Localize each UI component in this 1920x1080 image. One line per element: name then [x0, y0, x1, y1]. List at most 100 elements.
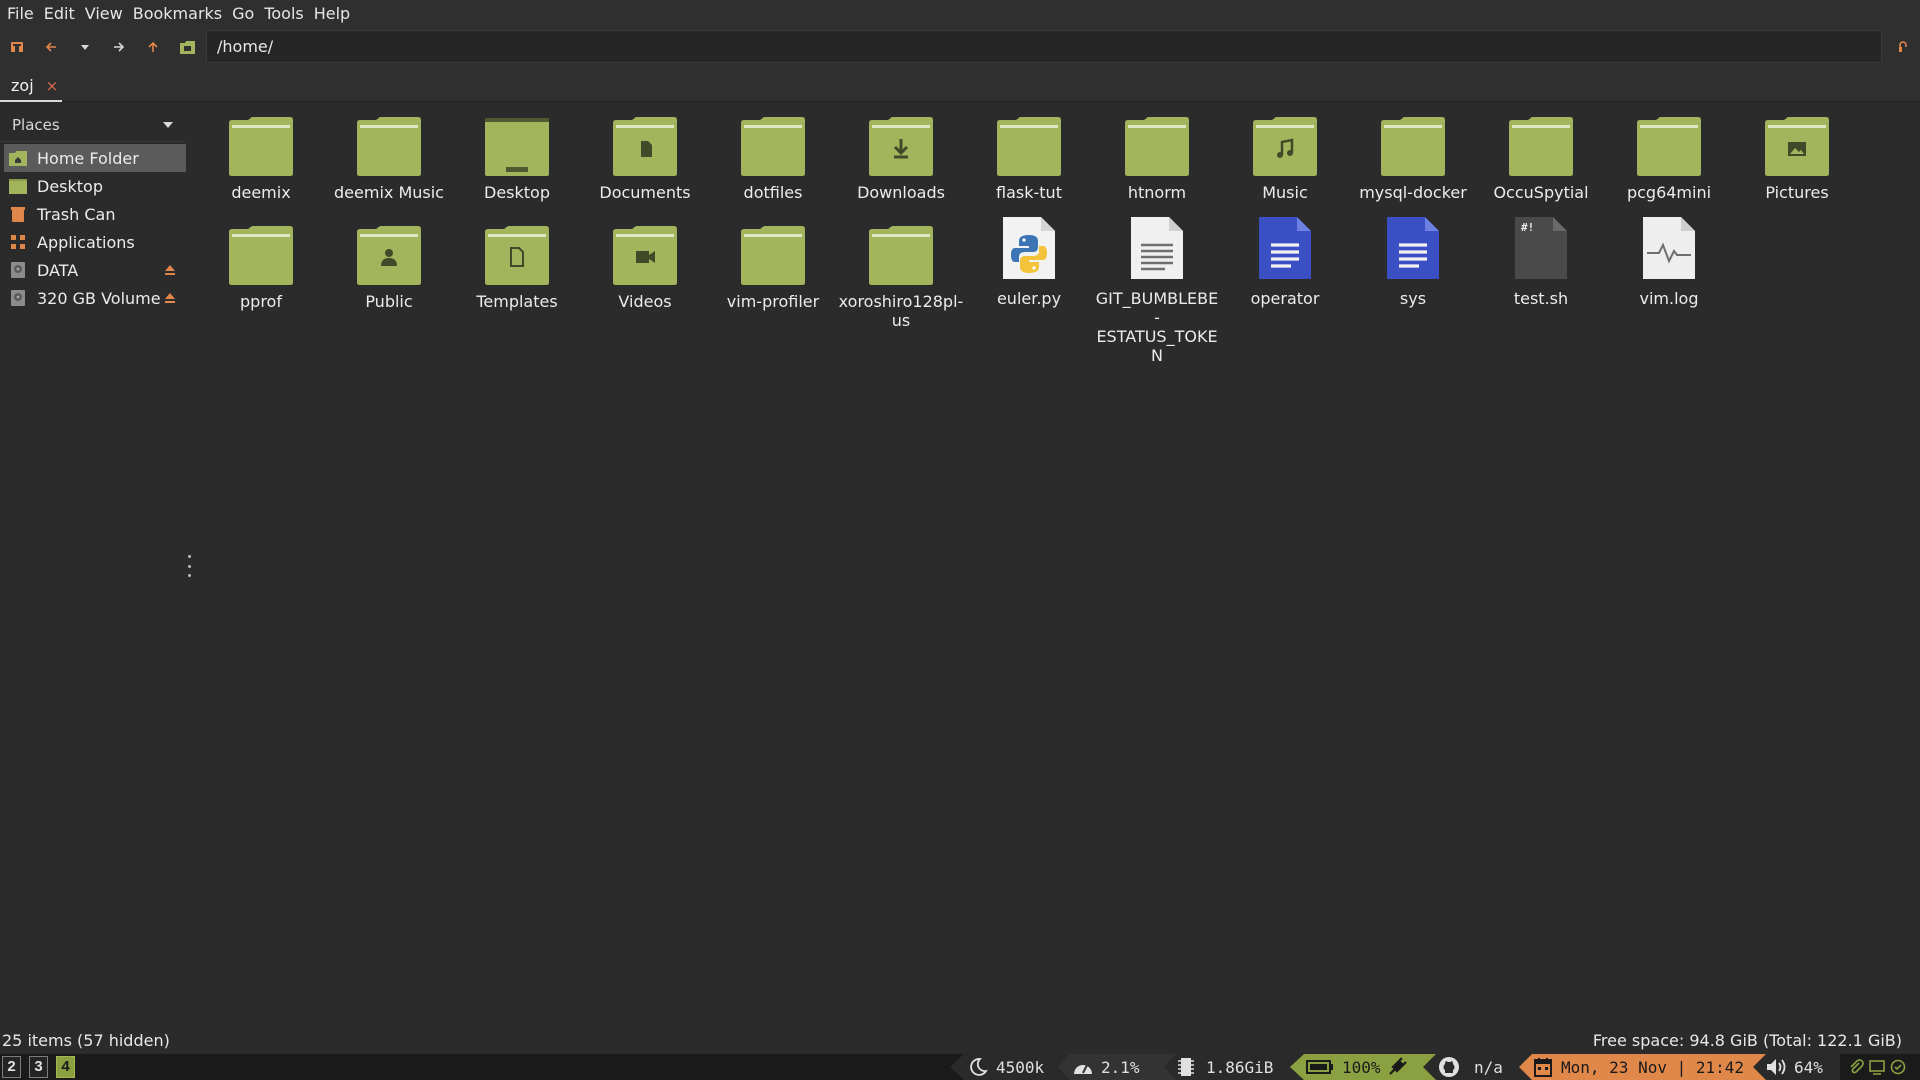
menu-help[interactable]: Help — [309, 0, 355, 27]
gauge-icon — [1074, 1064, 1092, 1074]
forward-button[interactable] — [102, 27, 136, 67]
github-icon — [1439, 1057, 1459, 1077]
sidebar-item-label: Home Folder — [37, 148, 139, 168]
sidebar-item-320gb-volume[interactable]: 320 GB Volume — [4, 284, 186, 312]
file-name: deemix — [231, 183, 291, 202]
sidebar-item-desktop[interactable]: Desktop — [4, 172, 186, 200]
public-folder-icon — [356, 226, 422, 286]
calendar-icon — [1534, 1058, 1552, 1077]
file-item[interactable]: vim.log — [1605, 211, 1733, 308]
file-name: Templates — [476, 292, 558, 311]
file-item[interactable]: deemix — [197, 102, 325, 202]
file-item[interactable]: flask-tut — [965, 102, 1093, 202]
speaker-icon — [1767, 1059, 1786, 1075]
workspace-2[interactable]: 2 — [2, 1056, 21, 1078]
menu-view[interactable]: View — [80, 0, 128, 27]
menu-tools[interactable]: Tools — [259, 0, 308, 27]
history-dropdown-button[interactable] — [68, 27, 102, 67]
videos-folder-icon — [612, 226, 678, 286]
menu-file[interactable]: File — [2, 0, 39, 27]
menu-go[interactable]: Go — [227, 0, 259, 27]
workspace-4[interactable]: 4 — [56, 1056, 75, 1078]
paperclip-icon[interactable] — [1848, 1059, 1864, 1075]
drive-icon — [9, 261, 27, 279]
sidebar-item-home-folder[interactable]: Home Folder — [4, 144, 186, 172]
screen-icon[interactable] — [1869, 1059, 1885, 1075]
menu-edit[interactable]: Edit — [39, 0, 80, 27]
pictures-folder-icon — [1764, 117, 1830, 177]
tab-zoj[interactable]: zoj × — [0, 71, 62, 102]
file-item[interactable]: #! test.sh — [1477, 211, 1605, 308]
status-bar: 25 items (57 hidden) Free space: 94.8 Gi… — [0, 1028, 1920, 1054]
file-item[interactable]: Videos — [581, 211, 709, 311]
file-item[interactable]: dotfiles — [709, 102, 837, 202]
file-item[interactable]: mysql-docker — [1349, 102, 1477, 202]
home-button[interactable] — [0, 27, 34, 67]
places-dropdown[interactable]: Places — [0, 108, 186, 142]
eject-icon[interactable] — [164, 292, 176, 304]
sidebar-item-trash-can[interactable]: Trash Can — [4, 200, 186, 228]
history-dropdown-icon — [81, 45, 89, 50]
log-file-icon — [1636, 215, 1702, 281]
powerline-separator — [1420, 1054, 1436, 1080]
lock-button[interactable] — [1892, 27, 1914, 67]
memory-block: 1.86GiB — [1176, 1054, 1286, 1080]
up-arrow-icon — [148, 41, 158, 52]
file-name: GIT_BUMBLEBE-ESTATUS_TOKEN — [1095, 289, 1219, 365]
file-item[interactable]: euler.py — [965, 211, 1093, 308]
file-item[interactable]: Documents — [581, 102, 709, 202]
places-list: Home Folder Desktop Trash Can Applicatio… — [4, 144, 186, 312]
folder-icon — [740, 117, 806, 177]
music-folder-icon — [1252, 117, 1318, 177]
desktop-folder-icon — [484, 117, 550, 177]
github-block: n/a — [1436, 1054, 1516, 1080]
file-item[interactable]: OccuSpytial — [1477, 102, 1605, 202]
file-item[interactable]: Music — [1221, 102, 1349, 202]
menu-bookmarks[interactable]: Bookmarks — [128, 0, 227, 27]
file-name: Videos — [618, 292, 672, 311]
folder-icon — [740, 226, 806, 286]
python-file-icon — [996, 215, 1062, 281]
text-file-icon — [1124, 215, 1190, 281]
i3-status-bar: 2 3 4 4500k 2.1% 1.86GiB 100% n/a Mon, 2… — [0, 1054, 1920, 1080]
file-name: dotfiles — [743, 183, 803, 202]
trash-icon — [9, 205, 27, 223]
file-item[interactable]: vim-profiler — [709, 211, 837, 311]
file-item[interactable]: Pictures — [1733, 102, 1861, 202]
sidebar-item-data[interactable]: DATA — [4, 256, 186, 284]
workspace-3[interactable]: 3 — [29, 1056, 48, 1078]
powerline-separator — [1056, 1054, 1070, 1080]
path-bar[interactable]: /home/ — [206, 30, 1882, 63]
file-item[interactable]: Downloads — [837, 102, 965, 202]
eject-icon[interactable] — [164, 264, 176, 276]
file-item[interactable]: sys — [1349, 211, 1477, 308]
back-button[interactable] — [34, 27, 68, 67]
file-item[interactable]: deemix Music — [325, 102, 453, 202]
file-item[interactable]: htnorm — [1093, 102, 1221, 202]
folder-icon — [228, 117, 294, 177]
file-item[interactable]: Public — [325, 211, 453, 311]
file-item[interactable]: xoroshiro128pl-us — [837, 211, 965, 330]
file-name: xoroshiro128pl-us — [838, 292, 964, 330]
datetime-block: Mon, 23 Nov | 21:42 — [1532, 1054, 1750, 1080]
file-name: pprof — [240, 292, 282, 311]
lock-icon — [1899, 41, 1907, 52]
file-item[interactable]: Templates — [453, 211, 581, 311]
sync-icon[interactable] — [1890, 1059, 1906, 1075]
sidebar-item-label: DATA — [37, 260, 79, 280]
up-button[interactable] — [136, 27, 170, 67]
folder-icon — [868, 226, 934, 286]
file-item[interactable]: Desktop — [453, 102, 581, 202]
file-item[interactable]: GIT_BUMBLEBE-ESTATUS_TOKEN — [1093, 211, 1221, 365]
folder-icon — [1380, 117, 1446, 177]
shell-script-icon: #! — [1508, 215, 1574, 281]
tab-label: zoj — [11, 76, 34, 95]
folder-view-button[interactable] — [170, 27, 204, 67]
file-item[interactable]: operator — [1221, 211, 1349, 308]
powerline-separator — [1286, 1054, 1304, 1080]
sidebar-resize-handle[interactable] — [186, 555, 192, 577]
close-tab-icon[interactable]: × — [46, 77, 59, 95]
file-item[interactable]: pprof — [197, 211, 325, 311]
file-item[interactable]: pcg64mini — [1605, 102, 1733, 202]
sidebar-item-applications[interactable]: Applications — [4, 228, 186, 256]
